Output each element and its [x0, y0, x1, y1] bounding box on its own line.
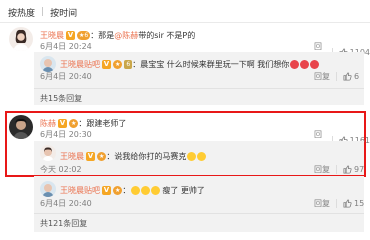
avatar[interactable]	[40, 181, 56, 197]
reply-text: ：说我给你打的马赛克	[106, 151, 187, 161]
smiley-emoji-icon	[151, 185, 161, 195]
avatar[interactable]	[40, 56, 56, 72]
like-button[interactable]: 6	[343, 72, 359, 81]
sub-reply-line: 王晓晨 V ★ ：说我给你打的马赛克	[60, 150, 207, 162]
sub-reply-line: 王晓晨贴吧 V ★ 6 ：晨宝宝 什么时候来群里玩一下啊 我们想你	[60, 58, 320, 70]
member-level-badge: ★	[113, 185, 123, 195]
sort-by-hot[interactable]: 按热度	[8, 6, 35, 19]
comment-text-prefix: ：那是	[90, 30, 115, 40]
member-level-badge: ★	[69, 118, 79, 128]
verified-badge-icon: V	[66, 30, 75, 40]
reply-button[interactable]: 回复	[314, 71, 330, 82]
reply-actions: 回复 15	[314, 198, 364, 209]
heart-eyes-emoji-icon	[290, 59, 300, 69]
reply-time: 6月4日 20:40	[40, 72, 92, 81]
member-level-badge: ★	[97, 151, 107, 161]
heart-eyes-emoji-icon	[300, 59, 310, 69]
reply-button[interactable]: 回复	[314, 164, 330, 175]
action-divider	[336, 72, 337, 81]
avatar[interactable]	[9, 27, 33, 51]
colon: ：	[122, 185, 131, 195]
like-button[interactable]: 15	[343, 199, 364, 208]
divider	[0, 22, 370, 23]
sort-separator: |	[41, 7, 45, 17]
avatar[interactable]	[40, 145, 56, 161]
like-count: 15	[354, 199, 365, 208]
action-divider	[336, 199, 337, 208]
sub-reply-line: 王晓晨贴吧 V ★ ： 瘦了 更帅了	[60, 184, 205, 196]
smiley-emoji-icon	[141, 185, 151, 195]
avatar-image-icon	[9, 115, 33, 139]
comment-line: 陈赫 V ★ ：跟建老师了	[40, 117, 126, 129]
more-replies-link[interactable]: 共121条回复	[40, 218, 87, 229]
reply-text: 瘦了 更帅了	[162, 185, 205, 195]
mention-link[interactable]: @陈赫	[114, 30, 138, 41]
reply-actions: 回复 6	[314, 71, 359, 82]
avatar-image-icon	[40, 56, 56, 72]
thumbs-up-icon	[343, 165, 352, 174]
verified-badge-icon: V	[102, 185, 111, 195]
verified-badge-icon: V	[86, 151, 95, 161]
verified-badge-icon: V	[102, 59, 111, 69]
reply-button[interactable]: 回复	[314, 198, 330, 209]
avatar-image-icon	[9, 27, 33, 51]
smiley-emoji-icon	[131, 185, 141, 195]
action-divider	[336, 165, 337, 174]
reply-username[interactable]: 王晓晨	[60, 151, 84, 162]
reply-text: ：晨宝宝 什么时候来群里玩一下啊 我们想你	[132, 59, 290, 69]
member-level-badge: ★6	[77, 30, 91, 40]
avatar-image-icon	[40, 145, 56, 161]
reply-username[interactable]: 王晓晨贴吧	[60, 59, 100, 70]
verified-badge-icon: V	[58, 118, 67, 128]
like-button[interactable]: 97	[343, 165, 364, 174]
comment-text-suffix: 带的sir 不是P的	[138, 30, 196, 40]
comment-username[interactable]: 陈赫	[40, 118, 56, 129]
reply-time: 今天 02:02	[40, 165, 82, 174]
comment-time: 6月4日 20:30	[40, 130, 92, 139]
like-count: 6	[354, 72, 360, 81]
comment-time: 6月4日 20:24	[40, 42, 92, 51]
fan-badge: 6	[124, 59, 133, 69]
sort-by-time[interactable]: 按时间	[50, 6, 77, 19]
more-replies-link[interactable]: 共15条回复	[40, 93, 82, 104]
smiley-emoji-icon	[197, 151, 207, 161]
reply-time: 6月4日 20:40	[40, 199, 92, 208]
thumbs-up-icon	[343, 199, 352, 208]
divider	[34, 88, 364, 89]
heart-eyes-emoji-icon	[310, 59, 320, 69]
thumbs-up-icon	[343, 72, 352, 81]
avatar[interactable]	[9, 115, 33, 139]
reply-username[interactable]: 王晓晨贴吧	[60, 185, 100, 196]
divider	[34, 213, 364, 214]
avatar-image-icon	[40, 181, 56, 197]
reply-actions: 回复 97	[314, 164, 364, 175]
comment-text: ：跟建老师了	[78, 118, 127, 128]
member-level-badge: ★	[113, 59, 123, 69]
comment-username[interactable]: 王晓晨	[40, 30, 64, 41]
sort-bar: 按热度 | 按时间	[8, 5, 77, 19]
like-count: 97	[354, 165, 365, 174]
smiley-emoji-icon	[187, 151, 197, 161]
comment-line: 王晓晨 V ★6 ：那是 @陈赫 带的sir 不是P的	[40, 29, 195, 41]
